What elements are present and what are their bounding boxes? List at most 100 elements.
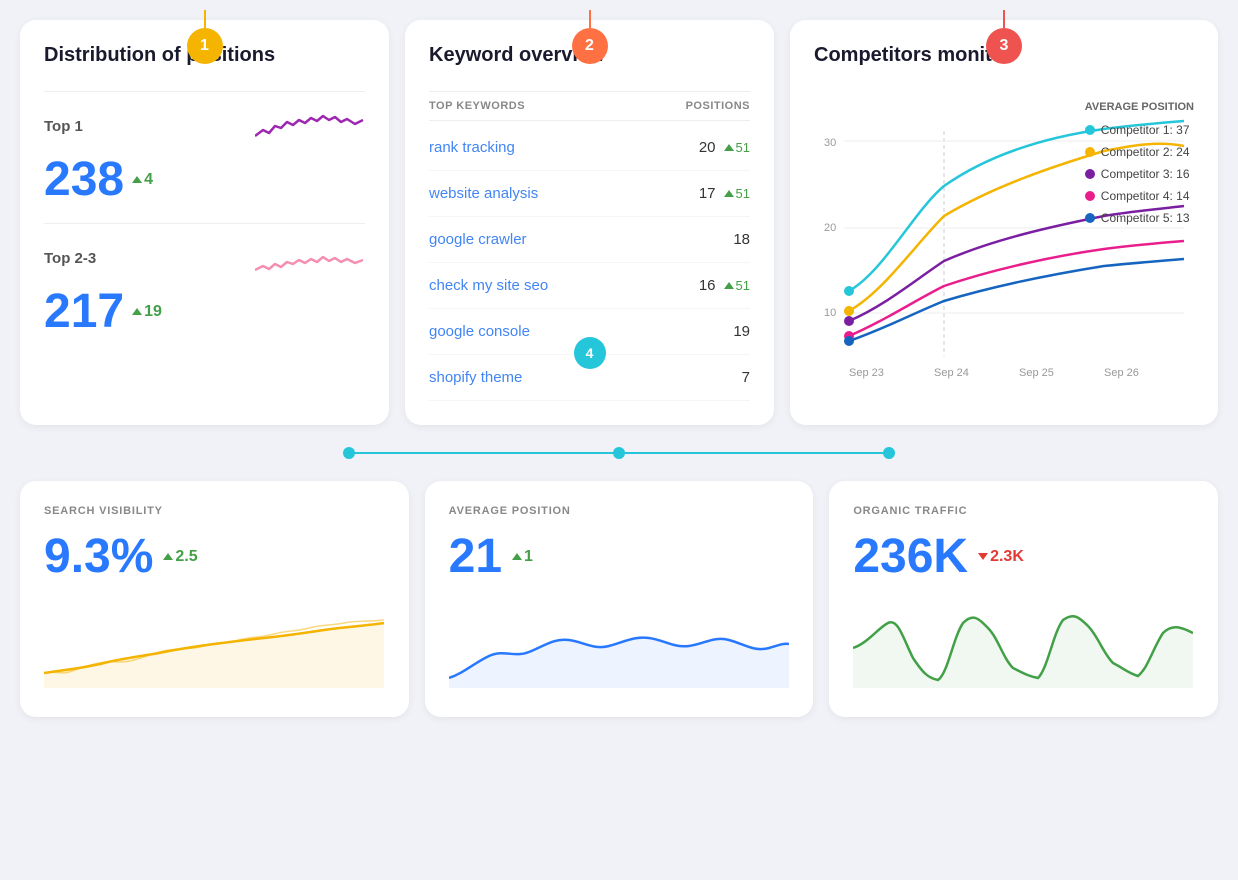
top23-change: 19 xyxy=(132,303,162,321)
svg-text:20: 20 xyxy=(824,222,836,234)
kw-pos-6: 7 xyxy=(726,369,750,386)
kw-change-2: 51 xyxy=(724,186,750,201)
top23-value-row: 217 19 xyxy=(44,284,365,339)
search-visibility-chart xyxy=(44,608,384,688)
badge-pin-1: 1 xyxy=(187,10,223,64)
kw-change-4: 51 xyxy=(724,278,750,293)
kw-row-3: google crawler 18 xyxy=(429,217,750,263)
kw-pos-4: 16 xyxy=(692,277,716,294)
svg-text:Sep 25: Sep 25 xyxy=(1019,367,1054,379)
top1-number: 238 xyxy=(44,152,124,207)
avg-position-change: 1 xyxy=(512,548,533,566)
distribution-title: Distribution of positions xyxy=(44,44,275,67)
legend-label-5: Competitor 5: 13 xyxy=(1101,211,1190,225)
search-visibility-label: SEARCH VISIBILITY xyxy=(44,505,385,517)
sv-arrow xyxy=(163,553,173,560)
kw-right-3: 18 xyxy=(726,231,750,248)
top1-sparkline xyxy=(255,108,365,148)
kw-name-6[interactable]: shopify theme xyxy=(429,369,522,386)
ap-arrow xyxy=(512,553,522,560)
legend-label-4: Competitor 4: 14 xyxy=(1101,189,1190,203)
competitors-legend: AVERAGE POSITION Competitor 1: 37 Compet… xyxy=(1085,101,1194,225)
kw-change-1: 51 xyxy=(724,140,750,155)
kw-name-1[interactable]: rank tracking xyxy=(429,139,515,156)
avg-position-number: 21 xyxy=(449,529,502,584)
badge-2: 2 xyxy=(572,28,608,64)
legend-dot-3 xyxy=(1085,169,1095,179)
badge-pin-3: 3 xyxy=(986,10,1022,64)
legend-5: Competitor 5: 13 xyxy=(1085,211,1194,225)
kw-right-1: 20 51 xyxy=(692,139,750,156)
search-visibility-number: 9.3% xyxy=(44,529,153,584)
kw-row-4: check my site seo 16 51 xyxy=(429,263,750,309)
top23-arrow xyxy=(132,308,142,315)
avg-position-chart xyxy=(449,608,789,688)
legend-4: Competitor 4: 14 xyxy=(1085,189,1194,203)
organic-traffic-card: ORGANIC TRAFFIC 236K 2.3K xyxy=(829,481,1218,717)
keyword-card: 2 Keyword overview TOP KEYWORDS POSITION… xyxy=(405,20,774,425)
sv-change-val: 2.5 xyxy=(175,548,197,566)
bottom-row: SEARCH VISIBILITY 9.3% 2.5 AVERAGE POSIT… xyxy=(20,481,1218,717)
kw-right-5: 19 xyxy=(726,323,750,340)
search-visibility-card: SEARCH VISIBILITY 9.3% 2.5 xyxy=(20,481,409,717)
kw-header: TOP KEYWORDS POSITIONS xyxy=(429,91,750,121)
legend-dot-5 xyxy=(1085,213,1095,223)
top23-change-val: 19 xyxy=(144,303,162,321)
dist-divider-top xyxy=(44,91,365,92)
pin-line-1 xyxy=(204,10,206,28)
top1-value-row: 238 4 xyxy=(44,152,365,207)
kw-right-2: 17 51 xyxy=(692,185,750,202)
kw-name-2[interactable]: website analysis xyxy=(429,185,538,202)
kw-row-2: website analysis 17 51 xyxy=(429,171,750,217)
legend-dot-2 xyxy=(1085,147,1095,157)
legend-label-1: Competitor 1: 37 xyxy=(1101,123,1190,137)
legend-label-3: Competitor 3: 16 xyxy=(1101,167,1190,181)
legend-dot-1 xyxy=(1085,125,1095,135)
top1-row: Top 1 xyxy=(44,108,365,148)
legend-2: Competitor 2: 24 xyxy=(1085,145,1194,159)
legend-label-2: Competitor 2: 24 xyxy=(1101,145,1190,159)
badge-4: 4 xyxy=(574,337,606,369)
ot-arrow xyxy=(978,553,988,560)
avg-position-value-row: 21 1 xyxy=(449,529,790,584)
top23-row: Top 2-3 xyxy=(44,240,365,280)
organic-traffic-chart xyxy=(853,608,1193,688)
pin-line-2 xyxy=(589,10,591,28)
kw-name-3[interactable]: google crawler xyxy=(429,231,527,248)
kw-arrow-4 xyxy=(724,282,734,289)
legend-dot-4 xyxy=(1085,191,1095,201)
dashboard: 1 Distribution of positions Top 1 238 4 xyxy=(20,20,1218,717)
kw-right-4: 16 51 xyxy=(692,277,750,294)
search-visibility-value-row: 9.3% 2.5 xyxy=(44,529,385,584)
kw-pos-1: 20 xyxy=(692,139,716,156)
legend-3: Competitor 3: 16 xyxy=(1085,167,1194,181)
top23-sparkline xyxy=(255,240,365,280)
svg-text:Sep 26: Sep 26 xyxy=(1104,367,1139,379)
organic-traffic-change: 2.3K xyxy=(978,548,1024,566)
top23-number: 217 xyxy=(44,284,124,339)
dist-divider-mid xyxy=(44,223,365,224)
kw-arrow-2 xyxy=(724,190,734,197)
ap-change-val: 1 xyxy=(524,548,533,566)
kw-name-4[interactable]: check my site seo xyxy=(429,277,548,294)
organic-traffic-label: ORGANIC TRAFFIC xyxy=(853,505,1194,517)
distribution-card: 1 Distribution of positions Top 1 238 4 xyxy=(20,20,389,425)
competitors-card: 3 Competitors monitor 30 20 10 Sep 23 Se… xyxy=(790,20,1218,425)
svg-text:30: 30 xyxy=(824,137,836,149)
kw-name-5[interactable]: google console xyxy=(429,323,530,340)
top1-label: Top 1 xyxy=(44,118,83,135)
svg-text:10: 10 xyxy=(824,307,836,319)
kw-row-1: rank tracking 20 51 xyxy=(429,125,750,171)
organic-traffic-number: 236K xyxy=(853,529,968,584)
svg-text:Sep 24: Sep 24 xyxy=(934,367,969,379)
average-position-card: AVERAGE POSITION 21 1 xyxy=(425,481,814,717)
kw-arrow-1 xyxy=(724,144,734,151)
search-visibility-change: 2.5 xyxy=(163,548,197,566)
connection-row xyxy=(20,435,1218,471)
kw-right-6: 7 xyxy=(726,369,750,386)
top23-label: Top 2-3 xyxy=(44,250,96,267)
badge-pin-2: 2 xyxy=(572,10,608,64)
ot-change-val: 2.3K xyxy=(990,548,1024,566)
badge-3: 3 xyxy=(986,28,1022,64)
kw-pos-3: 18 xyxy=(726,231,750,248)
